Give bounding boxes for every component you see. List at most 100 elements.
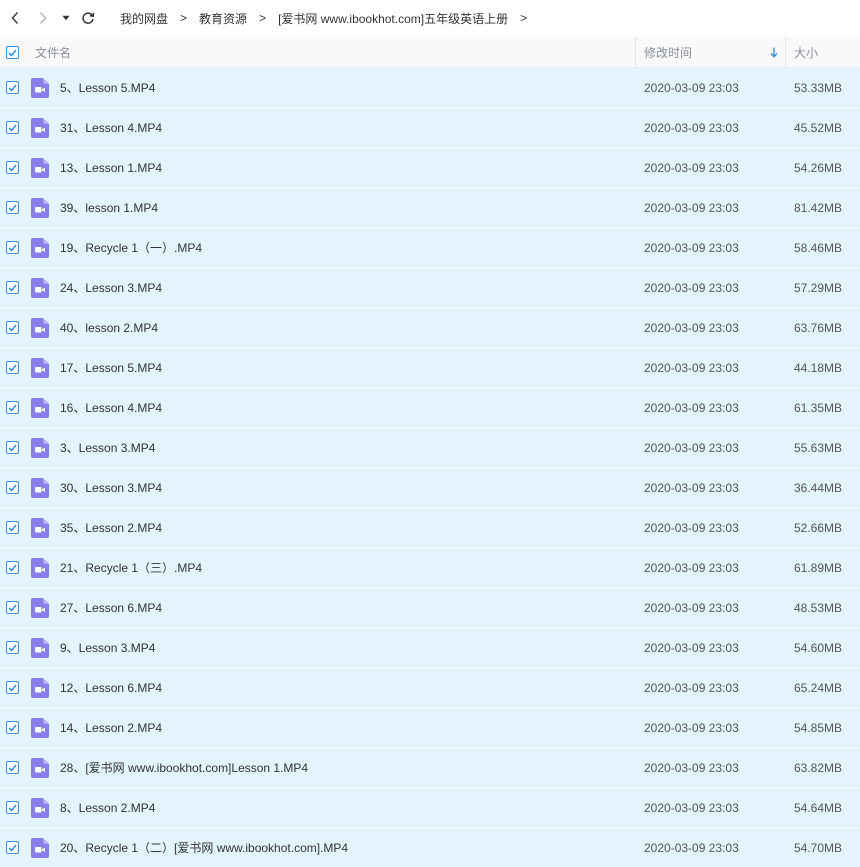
file-name[interactable]: 17、Lesson 5.MP4: [60, 348, 162, 388]
file-row[interactable]: 35、Lesson 2.MP4 2020-03-09 23:03 52.66MB: [0, 508, 860, 548]
column-header-name[interactable]: 文件名: [35, 37, 71, 68]
row-checkbox[interactable]: [6, 681, 19, 694]
file-size: 45.52MB: [794, 121, 843, 135]
row-checkbox[interactable]: [6, 641, 19, 654]
select-all-checkbox[interactable]: [6, 46, 19, 59]
file-name[interactable]: 35、Lesson 2.MP4: [60, 508, 162, 548]
checkmark-icon: [8, 644, 17, 652]
row-checkbox[interactable]: [6, 401, 19, 414]
row-checkbox[interactable]: [6, 281, 19, 294]
file-name[interactable]: 20、Recycle 1（二）[爱书网 www.ibookhot.com].MP…: [60, 828, 348, 867]
breadcrumb-item[interactable]: 我的网盘: [120, 10, 168, 27]
breadcrumb-item[interactable]: 教育资源: [199, 10, 247, 27]
file-name[interactable]: 14、Lesson 2.MP4: [60, 708, 162, 748]
file-mtime: 2020-03-09 23:03: [644, 681, 739, 695]
file-row[interactable]: 24、Lesson 3.MP4 2020-03-09 23:03 57.29MB: [0, 268, 860, 308]
video-file-icon: [31, 758, 49, 778]
file-row[interactable]: 12、Lesson 6.MP4 2020-03-09 23:03 65.24MB: [0, 668, 860, 708]
file-row[interactable]: 13、Lesson 1.MP4 2020-03-09 23:03 54.26MB: [0, 148, 860, 188]
file-mtime: 2020-03-09 23:03: [644, 161, 739, 175]
row-checkbox[interactable]: [6, 81, 19, 94]
file-mtime: 2020-03-09 23:03: [644, 841, 739, 855]
row-checkbox[interactable]: [6, 361, 19, 374]
file-row[interactable]: 8、Lesson 2.MP4 2020-03-09 23:03 54.64MB: [0, 788, 860, 828]
file-mtime: 2020-03-09 23:03: [644, 521, 739, 535]
file-row[interactable]: 16、Lesson 4.MP4 2020-03-09 23:03 61.35MB: [0, 388, 860, 428]
file-size: 54.70MB: [794, 841, 843, 855]
checkmark-icon: [8, 604, 17, 612]
row-checkbox[interactable]: [6, 321, 19, 334]
file-name[interactable]: 39、lesson 1.MP4: [60, 188, 158, 228]
row-checkbox[interactable]: [6, 201, 19, 214]
row-checkbox[interactable]: [6, 241, 19, 254]
file-row[interactable]: 9、Lesson 3.MP4 2020-03-09 23:03 54.60MB: [0, 628, 860, 668]
checkmark-icon: [8, 444, 17, 452]
file-row[interactable]: 5、Lesson 5.MP4 2020-03-09 23:03 53.33MB: [0, 68, 860, 108]
file-row[interactable]: 39、lesson 1.MP4 2020-03-09 23:03 81.42MB: [0, 188, 860, 228]
breadcrumb-separator[interactable]: >: [520, 11, 527, 25]
back-button[interactable]: [5, 8, 25, 28]
refresh-icon: [82, 12, 95, 24]
row-checkbox[interactable]: [6, 481, 19, 494]
file-name[interactable]: 28、[爱书网 www.ibookhot.com]Lesson 1.MP4: [60, 748, 308, 788]
refresh-button[interactable]: [78, 8, 98, 28]
video-file-icon: [31, 558, 49, 578]
file-name[interactable]: 31、Lesson 4.MP4: [60, 108, 162, 148]
file-name[interactable]: 8、Lesson 2.MP4: [60, 788, 155, 828]
column-divider[interactable]: [635, 37, 636, 68]
file-row[interactable]: 28、[爱书网 www.ibookhot.com]Lesson 1.MP4 20…: [0, 748, 860, 788]
row-checkbox[interactable]: [6, 121, 19, 134]
row-checkbox[interactable]: [6, 601, 19, 614]
row-checkbox[interactable]: [6, 721, 19, 734]
video-file-icon: [31, 198, 49, 218]
file-name[interactable]: 30、Lesson 3.MP4: [60, 468, 162, 508]
row-checkbox[interactable]: [6, 841, 19, 854]
file-list: 5、Lesson 5.MP4 2020-03-09 23:03 53.33MB …: [0, 68, 860, 867]
file-name[interactable]: 27、Lesson 6.MP4: [60, 588, 162, 628]
file-name[interactable]: 5、Lesson 5.MP4: [60, 68, 155, 108]
row-checkbox[interactable]: [6, 761, 19, 774]
file-name[interactable]: 21、Recycle 1（三）.MP4: [60, 548, 202, 588]
breadcrumb-item-current[interactable]: [爱书网 www.ibookhot.com]五年级英语上册: [278, 10, 508, 27]
file-row[interactable]: 31、Lesson 4.MP4 2020-03-09 23:03 45.52MB: [0, 108, 860, 148]
row-checkbox[interactable]: [6, 441, 19, 454]
file-row[interactable]: 17、Lesson 5.MP4 2020-03-09 23:03 44.18MB: [0, 348, 860, 388]
file-row[interactable]: 30、Lesson 3.MP4 2020-03-09 23:03 36.44MB: [0, 468, 860, 508]
file-name[interactable]: 13、Lesson 1.MP4: [60, 148, 162, 188]
file-name[interactable]: 3、Lesson 3.MP4: [60, 428, 155, 468]
file-name[interactable]: 24、Lesson 3.MP4: [60, 268, 162, 308]
file-row[interactable]: 20、Recycle 1（二）[爱书网 www.ibookhot.com].MP…: [0, 828, 860, 867]
video-file-icon: [31, 518, 49, 538]
file-name[interactable]: 19、Recycle 1（一）.MP4: [60, 228, 202, 268]
history-dropdown[interactable]: [58, 8, 74, 28]
forward-button[interactable]: [33, 8, 53, 28]
file-name[interactable]: 9、Lesson 3.MP4: [60, 628, 155, 668]
checkmark-icon: [8, 564, 17, 572]
row-checkbox[interactable]: [6, 801, 19, 814]
video-file-icon: [31, 718, 49, 738]
column-header-size[interactable]: 大小: [794, 37, 818, 68]
row-checkbox[interactable]: [6, 561, 19, 574]
file-size: 61.35MB: [794, 401, 843, 415]
file-row[interactable]: 21、Recycle 1（三）.MP4 2020-03-09 23:03 61.…: [0, 548, 860, 588]
video-file-icon: [31, 838, 49, 858]
row-checkbox[interactable]: [6, 521, 19, 534]
checkmark-icon: [8, 404, 17, 412]
file-name[interactable]: 12、Lesson 6.MP4: [60, 668, 162, 708]
checkmark-icon: [8, 844, 17, 852]
file-row[interactable]: 19、Recycle 1（一）.MP4 2020-03-09 23:03 58.…: [0, 228, 860, 268]
column-header-mtime[interactable]: 修改时间: [644, 37, 784, 68]
file-row[interactable]: 3、Lesson 3.MP4 2020-03-09 23:03 55.63MB: [0, 428, 860, 468]
file-row[interactable]: 40、lesson 2.MP4 2020-03-09 23:03 63.76MB: [0, 308, 860, 348]
file-mtime: 2020-03-09 23:03: [644, 601, 739, 615]
column-divider[interactable]: [785, 37, 786, 68]
checkmark-icon: [8, 764, 17, 772]
file-name[interactable]: 40、lesson 2.MP4: [60, 308, 158, 348]
file-mtime: 2020-03-09 23:03: [644, 641, 739, 655]
file-name[interactable]: 16、Lesson 4.MP4: [60, 388, 162, 428]
checkmark-icon: [8, 804, 17, 812]
file-row[interactable]: 27、Lesson 6.MP4 2020-03-09 23:03 48.53MB: [0, 588, 860, 628]
row-checkbox[interactable]: [6, 161, 19, 174]
checkmark-icon: [8, 124, 17, 132]
file-row[interactable]: 14、Lesson 2.MP4 2020-03-09 23:03 54.85MB: [0, 708, 860, 748]
